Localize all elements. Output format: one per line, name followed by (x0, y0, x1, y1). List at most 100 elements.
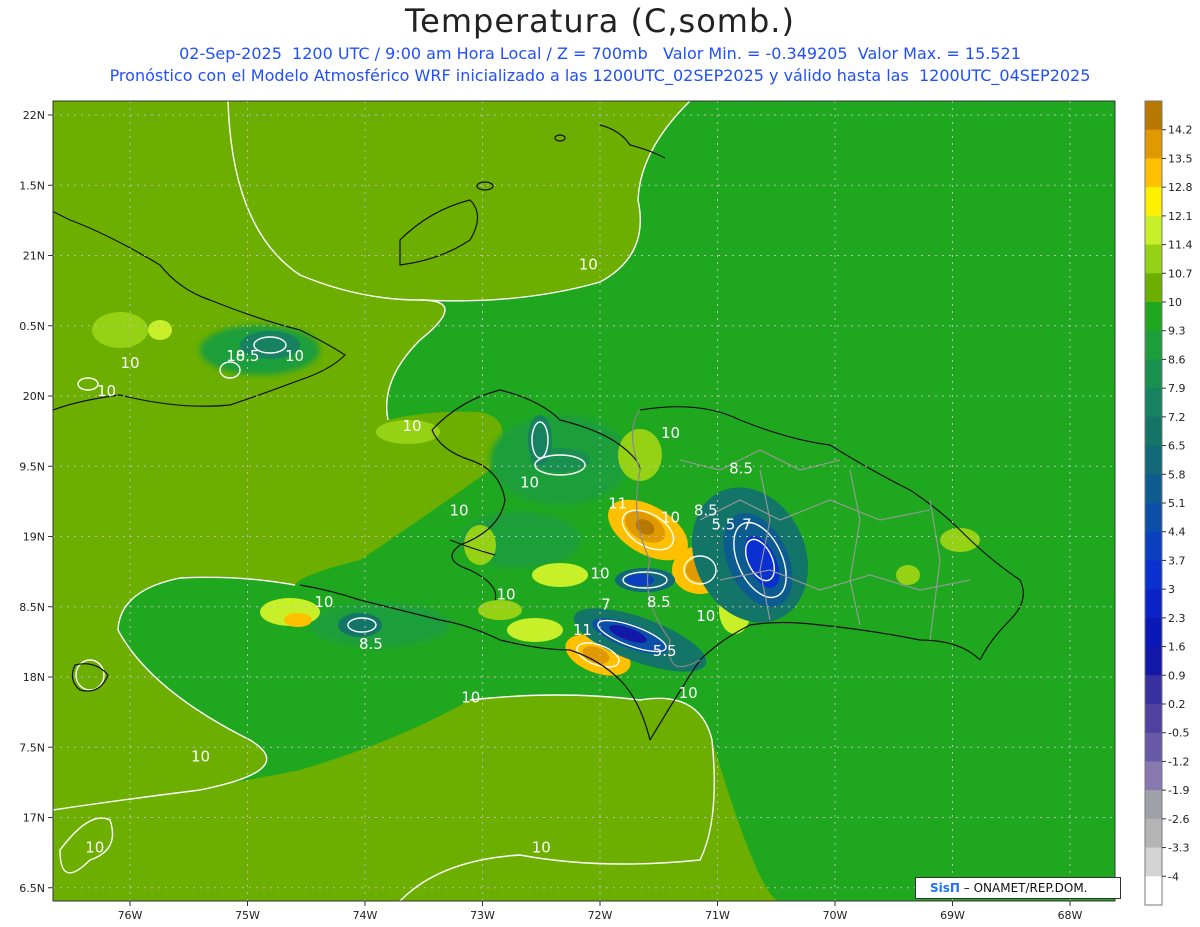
colorbar-label: 0.9 (1168, 669, 1186, 682)
lat-tick-label: 20N (23, 390, 45, 403)
lon-tick-label: 75W (235, 909, 260, 922)
colorbar-label: 12.1 (1168, 210, 1193, 223)
colorbar-swatch (1145, 531, 1162, 561)
contour-label: 7 (742, 515, 752, 533)
longitude-axis: 76W 75W 74W 73W 72W 71W 70W 69W 68W (118, 901, 1083, 922)
contour-label: 10 (120, 354, 139, 372)
contour-label: 10 (402, 417, 421, 435)
colorbar-label: 6.5 (1168, 440, 1186, 453)
colorbar-label: 12.8 (1168, 181, 1193, 194)
contour-label: 10 (285, 347, 304, 365)
credit-box: SisΠ – ONAMET/REP.DOM. (915, 877, 1121, 899)
colorbar-label: 3.7 (1168, 554, 1186, 567)
contour-label: 11 (608, 494, 627, 512)
lon-tick-label: 72W (588, 909, 613, 922)
lon-tick-label: 74W (353, 909, 378, 922)
colorbar-swatch (1145, 273, 1162, 303)
colorbar-swatch (1145, 675, 1162, 705)
colorbar-swatch (1145, 187, 1162, 217)
colorbar-label: -4 (1168, 870, 1179, 883)
colorbar-swatch (1145, 704, 1162, 734)
credit-text: – ONAMET/REP.DOM. (963, 881, 1088, 895)
colorbar: 14.2 13.5 12.8 12.1 11.4 10.7 10 9.3 8.6 7.9 7.2 6.… (1144, 100, 1193, 906)
lon-tick-label: 73W (470, 909, 495, 922)
contour-label: 10 (226, 347, 245, 365)
lat-tick-label: 6.5N (19, 882, 45, 895)
lon-tick-label: 76W (118, 909, 143, 922)
colorbar-swatch (1145, 589, 1162, 619)
sispi-logo: SisΠ (930, 881, 960, 895)
lat-tick-label: 19N (23, 531, 45, 544)
contour-label: 8.5 (729, 459, 753, 477)
colorbar-label: 10 (1168, 296, 1182, 309)
lon-tick-label: 69W (940, 909, 965, 922)
colorbar-label: 5.8 (1168, 468, 1186, 481)
contour-label: 10 (696, 607, 715, 625)
lat-tick-label: 18N (23, 671, 45, 684)
colorbar-swatch (1145, 244, 1162, 274)
lat-tick-label: 1.5N (19, 179, 45, 192)
colorbar-label: -2.6 (1168, 813, 1189, 826)
lat-tick-label: 8.5N (19, 601, 45, 614)
latitude-axis: 22N 1.5N 21N 0.5N 20N 9.5N 19N 8.5N 18N 7.5N 17N 6.… (19, 109, 53, 895)
colorbar-swatch (1145, 388, 1162, 418)
colorbar-swatch (1145, 359, 1162, 389)
colorbar-label: 1.6 (1168, 641, 1186, 654)
colorbar-swatch (1145, 302, 1162, 332)
colorbar-swatch (1145, 790, 1162, 820)
colorbar-swatch (1145, 101, 1162, 131)
colorbar-swatch (1145, 818, 1162, 849)
colorbar-swatch (1145, 215, 1162, 246)
colorbar-swatch (1145, 129, 1162, 159)
contour-label: 10 (191, 747, 210, 765)
colorbar-label: -1.2 (1168, 755, 1189, 768)
colorbar-label: 3 (1168, 583, 1175, 596)
contour-label: 10 (85, 839, 104, 857)
contour-label: 10 (496, 586, 515, 604)
map-field (53, 101, 1115, 901)
colorbar-label: 14.2 (1168, 124, 1193, 137)
contour-label: 11 (573, 621, 592, 639)
colorbar-label: -0.5 (1168, 727, 1189, 740)
contour-label: 8.5 (359, 635, 383, 653)
colorbar-label: 2.3 (1168, 612, 1186, 625)
colorbar-swatch (1145, 330, 1162, 360)
lat-tick-label: 22N (23, 109, 45, 122)
contour-label: 10 (532, 839, 551, 857)
colorbar-label: 10.7 (1168, 267, 1193, 280)
colorbar-label: 7.2 (1168, 411, 1186, 424)
colorbar-label: -1.9 (1168, 784, 1189, 797)
contour-label: 5.5 (711, 515, 735, 533)
colorbar-swatch (1145, 876, 1162, 906)
lon-tick-label: 71W (705, 909, 730, 922)
colorbar-label: 13.5 (1168, 152, 1193, 165)
contour-label: 10 (520, 473, 539, 491)
colorbar-label: 7.9 (1168, 382, 1186, 395)
colorbar-swatch (1145, 445, 1162, 475)
colorbar-swatch (1145, 158, 1162, 188)
colorbar-swatch (1145, 847, 1162, 877)
contour-label: 10 (461, 688, 480, 706)
contour-label: 10 (661, 508, 680, 526)
colorbar-label: 5.1 (1168, 497, 1186, 510)
colorbar-label: 9.3 (1168, 325, 1186, 338)
colorbar-label: 0.2 (1168, 698, 1186, 711)
colorbar-label: 4.4 (1168, 526, 1186, 539)
colorbar-swatch (1145, 646, 1162, 676)
lat-tick-label: 7.5N (19, 741, 45, 754)
temperature-map: 101010108.510 10108.51010 1110 8.55.5 7108.5… (19, 100, 1193, 922)
lat-tick-label: 21N (23, 250, 45, 263)
colorbar-swatch (1145, 617, 1162, 648)
contour-label: 8.5 (647, 593, 671, 611)
lat-tick-label: 17N (23, 812, 45, 825)
colorbar-label: 11.4 (1168, 239, 1193, 252)
contour-label: 10 (97, 382, 116, 400)
contour-label: 10 (314, 593, 333, 611)
contour-label: 5.5 (653, 642, 677, 660)
colorbar-swatch (1145, 416, 1162, 447)
colorbar-swatch (1145, 761, 1162, 791)
lon-tick-label: 70W (823, 909, 848, 922)
colorbar-swatch (1145, 474, 1162, 504)
contour-label: 10 (579, 256, 598, 274)
colorbar-label: 8.6 (1168, 353, 1186, 366)
